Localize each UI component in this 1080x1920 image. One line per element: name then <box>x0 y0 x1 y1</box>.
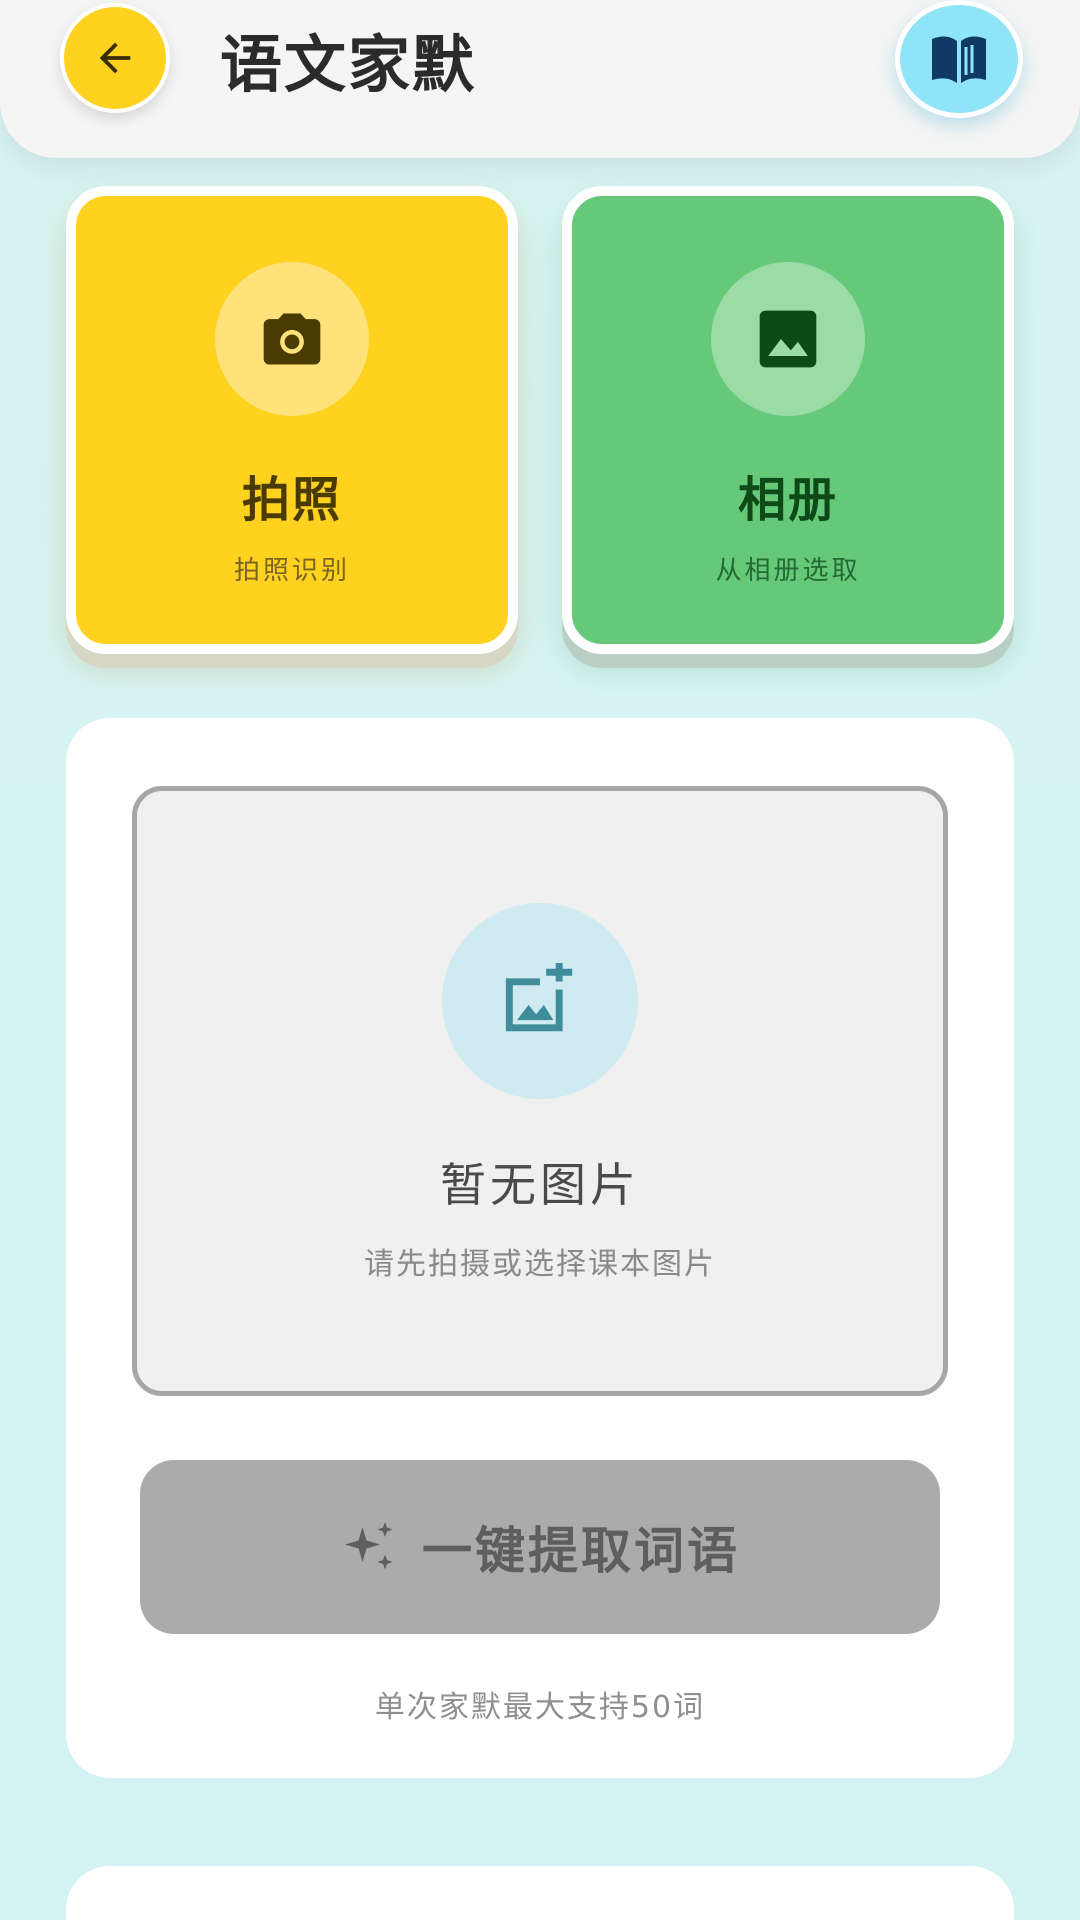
top-app-bar: 语文家默 <box>0 0 1080 158</box>
camera-icon-circle <box>215 262 369 416</box>
camera-card[interactable]: 拍照 拍照识别 <box>66 186 518 654</box>
word-book-button[interactable] <box>895 0 1023 118</box>
extract-words-button[interactable]: 一键提取词语 <box>140 1460 940 1634</box>
empty-state-subtitle: 请先拍摄或选择课本图片 <box>364 1247 716 1282</box>
image-upload-area[interactable]: 暂无图片 请先拍摄或选择课本图片 <box>132 786 948 1396</box>
album-icon-circle <box>711 262 865 416</box>
extract-words-label: 一键提取词语 <box>422 1522 740 1580</box>
upload-icon-circle <box>442 903 638 1099</box>
image-icon <box>759 310 817 368</box>
open-book-icon <box>932 36 986 83</box>
word-limit-note: 单次家默最大支持50词 <box>374 1690 706 1725</box>
add-image-icon <box>505 963 573 1032</box>
back-button[interactable] <box>60 3 170 113</box>
album-card[interactable]: 相册 从相册选取 <box>562 186 1014 654</box>
arrow-left-icon <box>99 42 131 74</box>
empty-state-title: 暂无图片 <box>440 1158 640 1212</box>
sparkle-icon <box>345 1522 393 1570</box>
album-card-title: 相册 <box>737 472 838 528</box>
page-title: 语文家默 <box>220 28 477 101</box>
camera-icon <box>263 313 321 365</box>
main-panel: 暂无图片 请先拍摄或选择课本图片 一键提取词语 单次家默最大支持50词 <box>66 718 1014 1778</box>
camera-card-subtitle: 拍照识别 <box>233 556 350 586</box>
next-panel <box>66 1866 1014 1920</box>
camera-card-title: 拍照 <box>241 472 342 528</box>
album-card-subtitle: 从相册选取 <box>715 556 861 586</box>
